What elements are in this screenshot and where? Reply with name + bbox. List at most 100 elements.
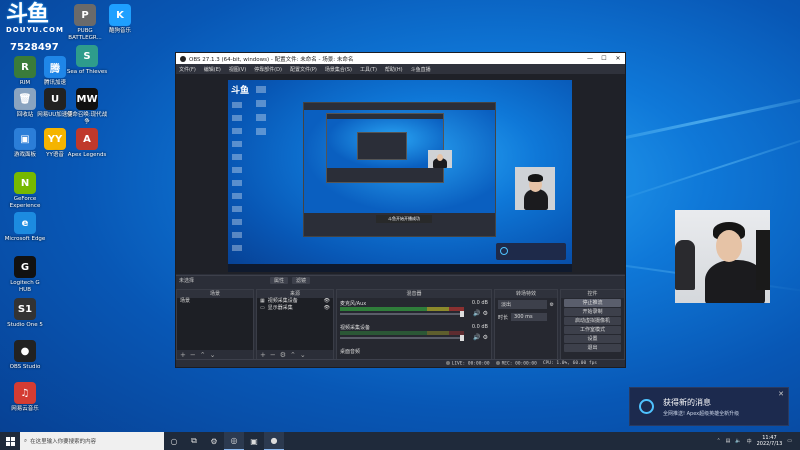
desktop-icon[interactable]: G Logitech G HUB	[4, 256, 46, 294]
settings-button[interactable]: 设置	[564, 335, 621, 343]
obs-statusbar: LIVE: 00:00:00 REC: 00:00:00 CPU: 1.0%, …	[176, 359, 625, 367]
add-scene-icon[interactable]: +	[180, 351, 186, 359]
start-button[interactable]	[0, 432, 20, 450]
desktop-icon[interactable]: ♫ 网易云音乐	[4, 382, 46, 413]
menu-help[interactable]: 帮助(H)	[385, 66, 403, 73]
volume-slider[interactable]	[340, 311, 464, 317]
room-id: 7528497	[10, 42, 59, 53]
source-item[interactable]: ▭ 显示器采集 👁	[257, 305, 333, 312]
menu-edit[interactable]: 编辑(E)	[204, 66, 221, 73]
display-capture-icon: ▭	[260, 305, 265, 311]
speaker-icon[interactable]: 🔊	[473, 334, 480, 341]
filters-button[interactable]: 滤镜	[292, 277, 311, 284]
ime-icon[interactable]: 中	[747, 438, 752, 445]
sources-dock: 来源 ▦ 视频采集设备 👁 ▭ 显示器采集 👁 + − ⚙ ⌃ ⌄	[256, 289, 334, 361]
scene-item[interactable]: 场景	[177, 298, 253, 305]
move-up-icon[interactable]: ⌃	[200, 351, 206, 359]
desktop-icon[interactable]: MW 使命召唤:现代战争	[66, 88, 108, 126]
menu-docks[interactable]: 停靠部件(D)	[254, 66, 282, 73]
obs-menubar: 文件(F) 编辑(E) 视图(V) 停靠部件(D) 配置文件(P) 场景集合(S…	[176, 64, 625, 74]
menu-file[interactable]: 文件(F)	[179, 66, 196, 73]
desktop-icon-label: Studio One 5	[7, 322, 43, 328]
speaker-icon[interactable]: 🔊	[473, 310, 480, 317]
app-icon: ♫	[14, 382, 36, 404]
stop-streaming-button[interactable]: 停止推流	[564, 299, 621, 307]
desktop-icon[interactable]: S Sea of Thieves	[66, 45, 108, 76]
controls-title: 控件	[561, 290, 624, 298]
move-down-icon[interactable]: ⌄	[210, 351, 216, 359]
preview-subtitle: 斗鱼开始开播成功	[376, 215, 432, 223]
obs-preview[interactable]: 斗鱼 斗鱼开始开播成功	[176, 74, 625, 274]
remove-source-icon[interactable]: −	[270, 351, 276, 359]
gear-icon[interactable]: ⚙	[483, 310, 488, 317]
obs-titlebar[interactable]: OBS 27.1.3 (64-bit, windows) - 配置文件: 未命名…	[176, 53, 625, 64]
desktop-icon-label: Microsoft Edge	[4, 236, 46, 242]
close-icon[interactable]: ✕	[778, 390, 784, 398]
app-icon: MW	[76, 88, 98, 110]
notification-center-icon[interactable]: ▭	[787, 438, 792, 444]
preview-notification	[496, 243, 566, 260]
source-item[interactable]: ▦ 视频采集设备 👁	[257, 298, 333, 305]
scenes-dock: 场景 场景 + − ⌃ ⌄	[176, 289, 254, 361]
desktop-icon[interactable]: S1 Studio One 5	[4, 298, 46, 329]
clock[interactable]: 11:47 2022/7/13	[757, 435, 783, 447]
gear-icon[interactable]: ⚙	[280, 351, 286, 359]
mixer-dock: 混音器 麦克风/Aux 0.0 dB 🔊 ⚙ 视频采集设备 0.0 dB 🔊 ⚙…	[336, 289, 492, 361]
properties-button[interactable]: 属性	[270, 277, 289, 284]
preview-nested-obs: 斗鱼开始开播成功	[303, 102, 496, 237]
desktop-icon[interactable]: e Microsoft Edge	[4, 212, 46, 243]
desktop-icon[interactable]: K 酷狗音乐	[99, 4, 141, 35]
gear-icon[interactable]: ⚙	[550, 302, 554, 308]
menu-douyu[interactable]: 斗鱼直播	[411, 66, 431, 73]
headphone-stand	[675, 240, 695, 290]
desktop-icon-label: OBS Studio	[9, 364, 41, 370]
start-recording-button[interactable]: 开始录制	[564, 308, 621, 316]
volume-icon[interactable]: 🔈	[735, 438, 741, 444]
desktop-icon-label: Sea of Thieves	[66, 69, 108, 75]
add-source-icon[interactable]: +	[260, 351, 266, 359]
sources-title: 来源	[257, 290, 333, 298]
desktop-icon-label: GeForce Experience	[9, 196, 41, 209]
douyu-taskbar-icon[interactable]: ◎	[224, 432, 244, 450]
live-status: LIVE: 00:00:00	[445, 360, 490, 366]
volume-slider[interactable]	[340, 335, 464, 341]
obs-icon	[180, 55, 186, 62]
menu-scene-collection[interactable]: 场景集合(S)	[325, 66, 352, 73]
close-button[interactable]: ✕	[611, 55, 625, 62]
exit-button[interactable]: 退出	[564, 344, 621, 352]
app-taskbar-icon[interactable]: ▣	[244, 432, 264, 450]
desktop-icon-label: 使命召唤:现代战争	[66, 112, 108, 125]
studio-mode-button[interactable]: 工作室模式	[564, 326, 621, 334]
gear-icon[interactable]: ⚙	[483, 334, 488, 341]
menu-tools[interactable]: 工具(T)	[360, 66, 377, 73]
tray-chevron-icon[interactable]: ⌃	[716, 438, 720, 444]
obs-window[interactable]: OBS 27.1.3 (64-bit, windows) - 配置文件: 未命名…	[175, 52, 626, 368]
start-virtual-camera-button[interactable]: 启动虚拟摄像机	[564, 317, 621, 325]
task-view-button-icon[interactable]: ⧉	[184, 432, 204, 450]
logo-cn-text: 斗鱼	[6, 2, 49, 27]
desktop-icon-label: 网易云音乐	[11, 406, 39, 412]
notification-toast[interactable]: 获得新的消息 全网推送! Apex超级英雄全新升级 ✕	[629, 387, 789, 426]
maximize-button[interactable]: ☐	[597, 55, 611, 62]
taskbar-search[interactable]: ⌕ 在这里输入你要搜索的内容	[20, 432, 164, 450]
transition-select[interactable]: 淡出	[498, 300, 547, 309]
controls-dock: 控件 停止推流 开始录制 启动虚拟摄像机 工作室模式 设置 退出	[560, 289, 625, 361]
channel-db: 0.0 dB	[471, 300, 488, 306]
task-view-icon[interactable]: ○	[164, 432, 184, 450]
eye-icon[interactable]: 👁	[324, 305, 330, 312]
desktop-icon[interactable]: ● OBS Studio	[4, 340, 46, 371]
desktop-icon[interactable]: A Apex Legends	[66, 128, 108, 159]
move-up-icon[interactable]: ⌃	[290, 351, 296, 359]
remove-scene-icon[interactable]: −	[190, 351, 196, 359]
menu-profile[interactable]: 配置文件(P)	[290, 66, 317, 73]
obs-taskbar-icon[interactable]: ●	[264, 432, 284, 450]
network-icon[interactable]: ▤	[726, 438, 731, 444]
eye-icon[interactable]: 👁	[324, 298, 330, 305]
move-down-icon[interactable]: ⌄	[300, 351, 306, 359]
duration-input[interactable]: 300 ms	[511, 313, 548, 321]
steam-icon[interactable]: ⚙	[204, 432, 224, 450]
minimize-button[interactable]: —	[583, 55, 597, 62]
desktop-icon[interactable]: N GeForce Experience	[4, 172, 46, 210]
duration-label: 时长	[498, 314, 509, 321]
menu-view[interactable]: 视图(V)	[229, 66, 246, 73]
